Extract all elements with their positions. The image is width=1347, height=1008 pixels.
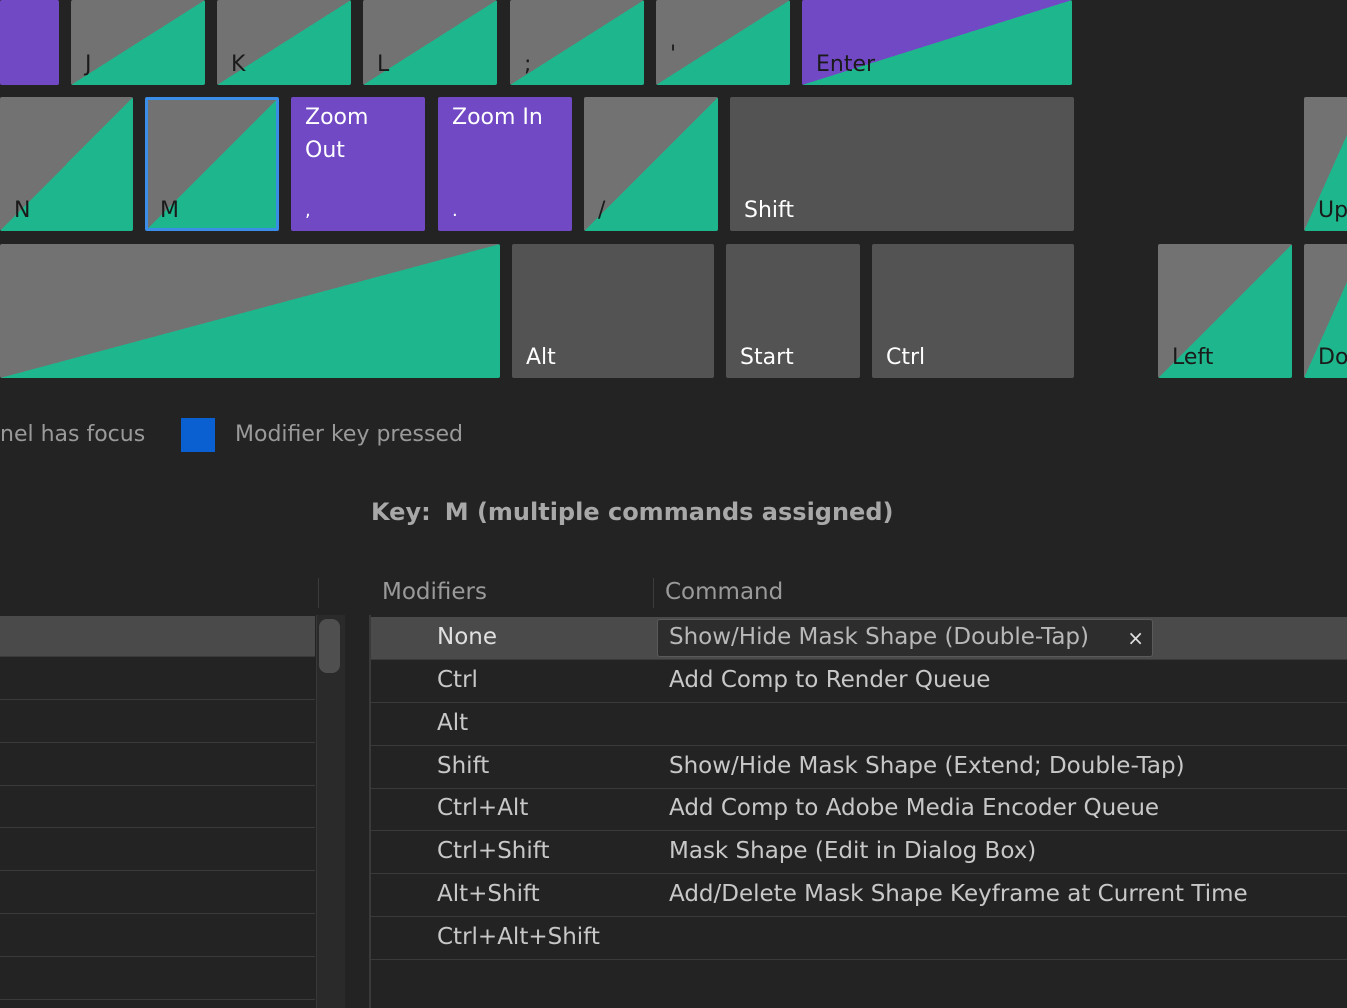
command-column-header[interactable]: Command	[665, 579, 783, 605]
key-label: ;	[524, 52, 532, 77]
key-space[interactable]	[0, 244, 500, 378]
modifier-cell: None	[437, 624, 498, 650]
selected-key-info: Key: M (multiple commands assigned)	[371, 498, 893, 526]
command-list-row[interactable]	[0, 828, 315, 871]
command-list-row[interactable]	[0, 657, 315, 700]
shortcut-row[interactable]: Ctrl Add Comp to Render Queue	[371, 660, 1347, 703]
command-list-row[interactable]	[0, 743, 315, 786]
command-list-row[interactable]	[0, 785, 315, 828]
key-label: ,	[305, 200, 311, 221]
command-cell: Add/Delete Mask Shape Keyframe at Curren…	[669, 881, 1248, 907]
key-down[interactable]: Do	[1304, 244, 1347, 378]
key-info-prefix: Key:	[371, 498, 431, 526]
modifiers-column-header[interactable]: Modifiers	[382, 579, 487, 605]
key-slash[interactable]: /	[584, 97, 718, 231]
key-label: M	[160, 198, 179, 223]
key-label: '	[670, 42, 677, 67]
modifier-cell: Shift	[437, 753, 490, 779]
key-h[interactable]	[0, 0, 59, 85]
key-quote[interactable]: '	[656, 0, 790, 85]
command-cell: Add Comp to Adobe Media Encoder Queue	[669, 795, 1160, 821]
legend-panel-focus-label: nel has focus	[0, 422, 146, 447]
shortcut-row[interactable]: Shift Show/Hide Mask Shape (Extend; Doub…	[371, 746, 1347, 789]
key-label: Start	[740, 345, 794, 370]
legend-modifier-label: Modifier key pressed	[235, 422, 463, 447]
key-period[interactable]: Zoom In .	[438, 97, 572, 231]
command-list-row[interactable]	[0, 700, 315, 743]
command-list-row[interactable]	[0, 957, 315, 1000]
key-label: .	[452, 200, 458, 221]
modifier-cell: Ctrl+Shift	[437, 838, 550, 864]
key-command-label: Zoom Out	[305, 105, 369, 163]
command-edit-field[interactable]: Show/Hide Mask Shape (Double-Tap) ×	[657, 619, 1153, 657]
key-n[interactable]: N	[0, 97, 133, 231]
key-label: Enter	[816, 52, 876, 77]
key-left[interactable]: Left	[1158, 244, 1292, 378]
key-label: J	[85, 52, 92, 77]
key-label: /	[598, 198, 606, 223]
key-label: Up	[1318, 198, 1347, 223]
command-cell: Show/Hide Mask Shape (Extend; Double-Tap…	[669, 753, 1185, 779]
key-m[interactable]: M	[145, 97, 279, 231]
shortcut-row[interactable]: Alt	[371, 703, 1347, 746]
shortcut-row[interactable]: Ctrl+Alt Add Comp to Adobe Media Encoder…	[371, 788, 1347, 831]
key-label: K	[231, 52, 246, 77]
shortcut-row[interactable]: Alt+Shift Add/Delete Mask Shape Keyframe…	[371, 874, 1347, 917]
command-list-row[interactable]	[0, 616, 315, 657]
clear-shortcut-icon[interactable]: ×	[1127, 626, 1144, 650]
key-command-label: Zoom In	[452, 105, 543, 130]
shortcut-row[interactable]: Ctrl+Shift Mask Shape (Edit in Dialog Bo…	[371, 831, 1347, 874]
shortcut-row[interactable]: None Show/Hide Mask Shape (Double-Tap) ×	[371, 617, 1347, 660]
modifier-cell: Alt	[437, 710, 469, 736]
command-cell: Add Comp to Render Queue	[669, 667, 991, 693]
key-label: N	[14, 198, 31, 223]
command-cell: Show/Hide Mask Shape (Double-Tap)	[669, 624, 1090, 650]
key-semicolon[interactable]: ;	[510, 0, 644, 85]
shortcut-row[interactable]: Ctrl+Alt+Shift	[371, 917, 1347, 960]
modifier-cell: Ctrl+Alt	[437, 795, 529, 821]
command-list-row[interactable]	[0, 871, 315, 914]
key-label: Alt	[526, 345, 556, 370]
key-l[interactable]: L	[363, 0, 497, 85]
key-label: Shift	[744, 198, 795, 223]
key-info-value: M (multiple commands assigned)	[444, 498, 894, 526]
key-alt-right[interactable]: Alt	[512, 244, 714, 378]
legend-modifier-swatch	[181, 418, 215, 452]
key-shift-right[interactable]: Shift	[730, 97, 1074, 231]
key-k[interactable]: K	[217, 0, 351, 85]
key-label: L	[377, 52, 390, 77]
key-up[interactable]: Up	[1304, 97, 1347, 231]
command-list-row[interactable]	[0, 914, 315, 957]
keyboard-shortcuts-editor: J K L ; ' Enter N M Zoom Out , Zoom In .…	[0, 0, 1347, 1008]
header-divider	[653, 578, 654, 608]
key-start[interactable]: Start	[726, 244, 860, 378]
key-label: Left	[1172, 345, 1214, 370]
key-label: Ctrl	[886, 345, 926, 370]
command-list-scrollbar[interactable]	[316, 615, 345, 1008]
key-ctrl-right[interactable]: Ctrl	[872, 244, 1074, 378]
key-j[interactable]: J	[71, 0, 205, 85]
command-list-scroll-thumb[interactable]	[319, 619, 340, 673]
modifier-cell: Ctrl+Alt+Shift	[437, 924, 600, 950]
command-cell: Mask Shape (Edit in Dialog Box)	[669, 838, 1037, 864]
header-divider-left	[318, 578, 319, 608]
key-comma[interactable]: Zoom Out ,	[291, 97, 425, 231]
key-enter[interactable]: Enter	[802, 0, 1072, 85]
modifier-cell: Ctrl	[437, 667, 478, 693]
modifier-cell: Alt+Shift	[437, 881, 540, 907]
key-label: Do	[1318, 345, 1347, 370]
